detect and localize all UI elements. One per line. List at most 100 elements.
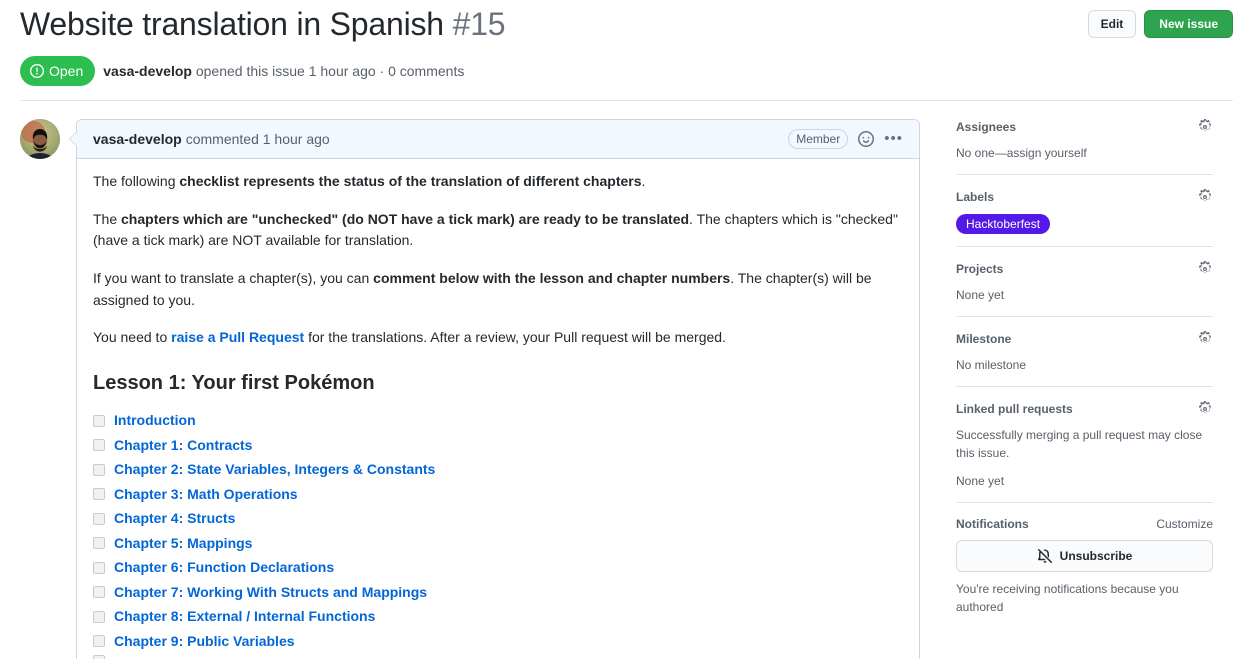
comment-paragraph-3: If you want to translate a chapter(s), y… — [93, 268, 903, 311]
assignees-value[interactable]: No one—assign yourself — [956, 144, 1213, 162]
task-link[interactable]: Chapter 3: Math Operations — [114, 484, 298, 505]
task-link[interactable]: Chapter 7: Working With Structs and Mapp… — [114, 582, 427, 603]
comment-box: vasa-develop commented 1 hour ago Member… — [76, 119, 920, 659]
comment-timestamp: commented 1 hour ago — [186, 129, 330, 149]
labels-title: Labels — [956, 190, 994, 204]
linked-prs-value: None yet — [956, 472, 1213, 490]
task-checkbox[interactable] — [93, 635, 105, 647]
label-hacktoberfest[interactable]: Hacktoberfest — [956, 214, 1050, 234]
linked-prs-description: Successfully merging a pull request may … — [956, 426, 1213, 462]
unsubscribe-button[interactable]: Unsubscribe — [956, 540, 1213, 572]
task-link[interactable]: Chapter 2: State Variables, Integers & C… — [114, 459, 435, 480]
task-list: Introduction Chapter 1: Contracts Chapte… — [93, 410, 903, 659]
edit-button[interactable]: Edit — [1088, 10, 1137, 38]
task-checkbox[interactable] — [93, 655, 105, 659]
gear-glyph — [1197, 119, 1213, 135]
task-checkbox[interactable] — [93, 586, 105, 598]
gear-icon[interactable] — [1197, 401, 1213, 417]
text-run: The — [93, 211, 121, 227]
issue-body: vasa-develop commented 1 hour ago Member… — [0, 119, 1253, 659]
task-link[interactable]: Chapter 4: Structs — [114, 508, 235, 529]
gear-glyph — [1197, 331, 1213, 347]
comment-body: The following checklist represents the s… — [77, 159, 919, 659]
text-run-bold: comment below with the lesson and chapte… — [373, 270, 730, 286]
task-checkbox[interactable] — [93, 464, 105, 476]
task-link[interactable]: Chapter 5: Mappings — [114, 533, 252, 554]
task-link[interactable]: Chapter 6: Function Declarations — [114, 557, 334, 578]
avatar[interactable] — [20, 119, 60, 159]
gear-icon[interactable] — [1197, 331, 1213, 347]
issue-meta-row: Open vasa-develop opened this issue 1 ho… — [20, 56, 1233, 86]
notifications-heading-row: Notifications Customize — [956, 517, 1213, 531]
issue-number: #15 — [453, 6, 506, 42]
text-run: The following — [93, 173, 179, 189]
sidebar-section-assignees: Assignees No one—assign yourself — [956, 119, 1213, 174]
notifications-note: You're receiving notifications because y… — [956, 580, 1213, 616]
task-checkbox[interactable] — [93, 537, 105, 549]
task-checkbox[interactable] — [93, 513, 105, 525]
list-item: Chapter 2: State Variables, Integers & C… — [93, 459, 903, 480]
unsubscribe-label: Unsubscribe — [1060, 546, 1133, 566]
list-item: Chapter 1: Contracts — [93, 435, 903, 456]
task-checkbox[interactable] — [93, 611, 105, 623]
header-divider — [20, 100, 1233, 101]
list-item: Chapter 9: Public Variables — [93, 631, 903, 652]
status-badge: Open — [20, 56, 95, 86]
list-item: Chapter 8: External / Internal Functions — [93, 606, 903, 627]
comment-header-actions: Member ••• — [788, 129, 903, 149]
list-item: Chapter 4: Structs — [93, 508, 903, 529]
gear-icon[interactable] — [1197, 261, 1213, 277]
gear-glyph — [1197, 401, 1213, 417]
task-link[interactable]: Chapter 9: Public Variables — [114, 631, 295, 652]
new-issue-button[interactable]: New issue — [1144, 10, 1233, 38]
comment-menu-icon[interactable]: ••• — [884, 134, 903, 144]
gear-icon[interactable] — [1197, 189, 1213, 205]
smiley-icon — [858, 131, 874, 147]
task-link[interactable]: Chapter 8: External / Internal Functions — [114, 606, 375, 627]
issue-title-text: Website translation in Spanish — [20, 6, 444, 42]
issue-opened-icon — [30, 64, 44, 78]
task-checkbox[interactable] — [93, 488, 105, 500]
page-title: Website translation in Spanish #15 — [20, 4, 505, 44]
text-run-bold: chapters which are "unchecked" (do NOT h… — [121, 211, 689, 227]
sidebar-section-labels: Labels Hacktoberfest — [956, 174, 1213, 246]
comment-paragraph-2: The chapters which are "unchecked" (do N… — [93, 209, 903, 252]
assignees-title: Assignees — [956, 120, 1016, 134]
task-link[interactable]: Chapter 1: Contracts — [114, 435, 252, 456]
task-link[interactable]: Introduction — [114, 410, 196, 431]
milestone-heading-row: Milestone — [956, 331, 1213, 347]
customize-notifications-link[interactable]: Customize — [1156, 517, 1213, 531]
issue-author[interactable]: vasa-develop — [103, 63, 192, 79]
text-run: for the translations. After a review, yo… — [304, 329, 726, 345]
projects-heading-row: Projects — [956, 261, 1213, 277]
list-item: Chapter 5: Mappings — [93, 533, 903, 554]
raise-pull-request-link[interactable]: raise a Pull Request — [171, 329, 304, 345]
issue-meta-action: opened this issue 1 hour ago · 0 comment… — [196, 63, 465, 79]
sidebar-section-linked-prs: Linked pull requests Successfully mergin… — [956, 386, 1213, 502]
avatar-image — [20, 119, 60, 159]
task-checkbox[interactable] — [93, 439, 105, 451]
gear-icon[interactable] — [1197, 119, 1213, 135]
list-item: Introduction — [93, 410, 903, 431]
issue-page: Website translation in Spanish #15 Edit … — [0, 0, 1253, 659]
list-item: Chapter 3: Math Operations — [93, 484, 903, 505]
text-run-bold: checklist represents the status of the t… — [179, 173, 641, 189]
issue-header: Website translation in Spanish #15 Edit … — [0, 0, 1253, 86]
issue-sidebar: Assignees No one—assign yourself Labels — [920, 119, 1213, 659]
text-run: You need to — [93, 329, 171, 345]
linked-prs-heading-row: Linked pull requests — [956, 401, 1213, 417]
sidebar-section-milestone: Milestone No milestone — [956, 316, 1213, 386]
lesson-heading: Lesson 1: Your first Pokémon — [93, 371, 903, 396]
comment-paragraph-1: The following checklist represents the s… — [93, 171, 903, 193]
list-item: Chapter 6: Function Declarations — [93, 557, 903, 578]
gear-glyph — [1197, 261, 1213, 277]
title-row: Website translation in Spanish #15 Edit … — [20, 4, 1233, 44]
labels-heading-row: Labels — [956, 189, 1213, 205]
bell-slash-icon — [1037, 548, 1053, 564]
comment-paragraph-4: You need to raise a Pull Request for the… — [93, 327, 903, 349]
task-checkbox[interactable] — [93, 415, 105, 427]
comment-author[interactable]: vasa-develop — [93, 129, 182, 149]
add-reaction-icon[interactable] — [858, 131, 874, 147]
task-checkbox[interactable] — [93, 562, 105, 574]
list-item: Chapter 7: Working With Structs and Mapp… — [93, 582, 903, 603]
